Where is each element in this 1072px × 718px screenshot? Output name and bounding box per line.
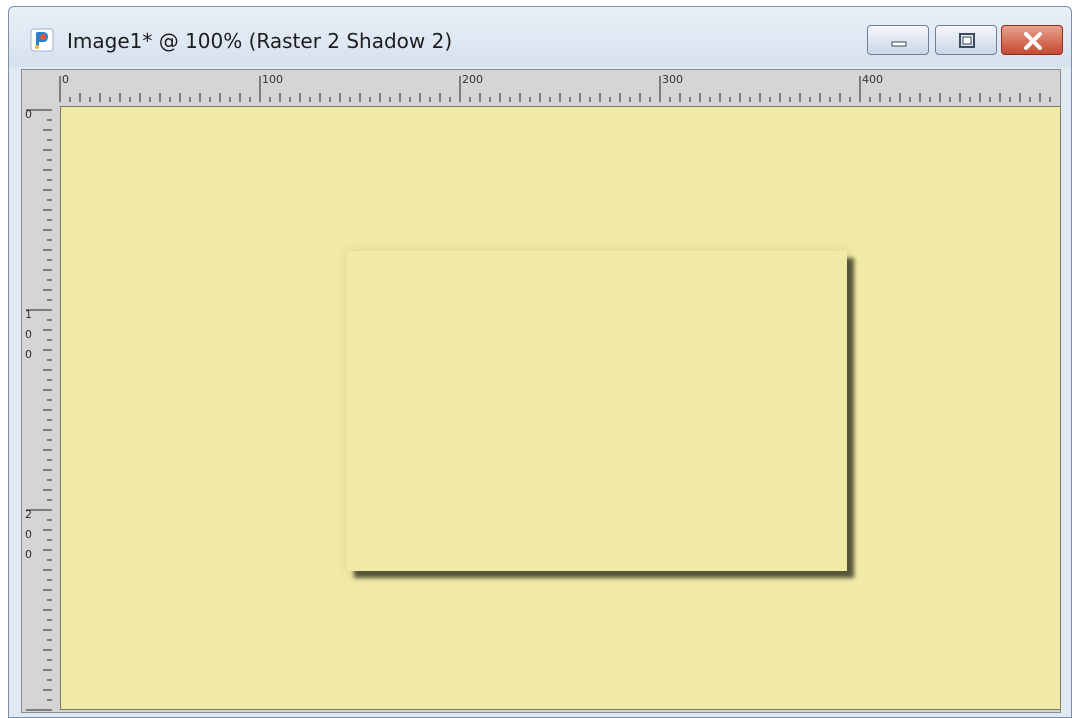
h-ruler-label: 400 xyxy=(862,73,883,86)
v-ruler-label: 0 xyxy=(25,348,32,361)
ruler-corner xyxy=(22,70,52,102)
v-ruler-label: 0 xyxy=(25,548,32,561)
v-ruler-label: 0 xyxy=(25,108,32,121)
shadowed-rectangle[interactable] xyxy=(347,251,847,571)
image-window: Image1* @ 100% (Raster 2 Shadow 2) 0 100 2… xyxy=(8,6,1072,718)
v-ruler-label: 1 xyxy=(25,308,32,321)
h-ruler-label: 0 xyxy=(62,73,69,86)
v-ruler-label: 0 xyxy=(25,528,32,541)
close-icon xyxy=(1024,32,1042,50)
image-frame: 0 100 200 300 400 0100200 xyxy=(21,69,1061,713)
maximize-icon xyxy=(959,33,975,48)
v-ruler-label: 0 xyxy=(25,328,32,341)
v-ruler-label: 2 xyxy=(25,508,32,521)
horizontal-ruler-ticks: 0 100 200 300 400 xyxy=(59,73,1051,102)
h-ruler-label: 300 xyxy=(662,73,683,86)
h-ruler-label: 200 xyxy=(462,73,483,86)
h-ruler-label: 100 xyxy=(262,73,283,86)
maximize-button[interactable] xyxy=(935,25,997,55)
title-bar[interactable]: Image1* @ 100% (Raster 2 Shadow 2) xyxy=(9,7,1071,67)
vertical-ruler-ticks: 0 1 0 0 2 0 0 xyxy=(25,108,52,711)
minimize-icon xyxy=(891,41,907,47)
image-canvas[interactable] xyxy=(60,106,1061,710)
horizontal-ruler[interactable]: 0 100 200 300 400 xyxy=(52,70,1060,102)
paintshop-app-icon xyxy=(30,28,54,52)
close-button[interactable] xyxy=(1001,25,1063,55)
vertical-ruler[interactable]: 0 1 0 0 2 0 0 xyxy=(22,102,52,712)
window-title: Image1* @ 100% (Raster 2 Shadow 2) xyxy=(67,29,453,53)
minimize-button[interactable] xyxy=(867,25,929,55)
